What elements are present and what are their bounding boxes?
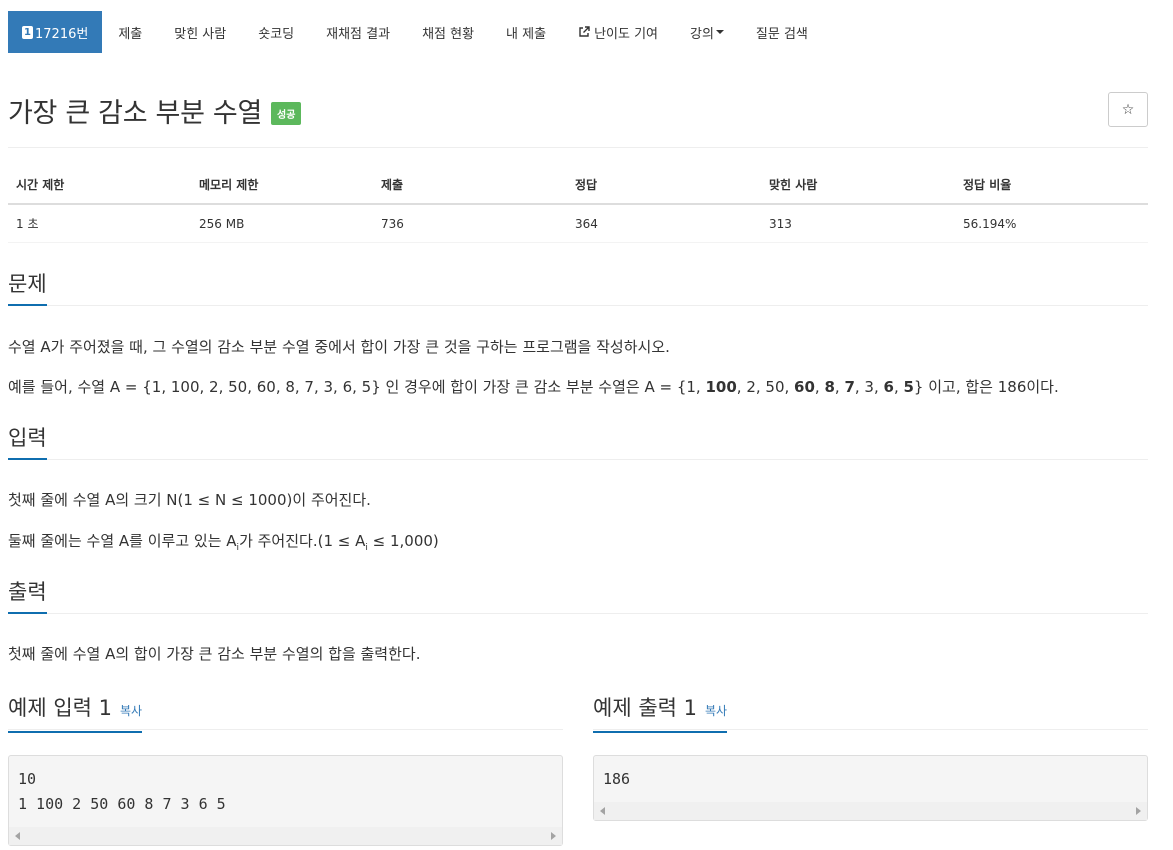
sample-output-title: 예제 출력 1 복사 bbox=[593, 690, 728, 733]
text-span: 가 주어진다.(1 ≤ A bbox=[239, 532, 366, 550]
output-heading-text: 출력 bbox=[8, 574, 47, 614]
problem-section: 문제 수열 A가 주어졌을 때, 그 수열의 감소 부분 수열 중에서 합이 가… bbox=[8, 266, 1148, 397]
status-badge: 성공 bbox=[271, 102, 302, 125]
sample-input-panel: 예제 입력 1 복사 10 1 100 2 50 60 8 7 3 6 5 bbox=[8, 690, 563, 846]
text-span: , bbox=[834, 378, 845, 396]
sample-output-heading: 예제 출력 1 복사 bbox=[593, 690, 1148, 733]
nav-my-submissions[interactable]: 내 제출 bbox=[490, 11, 562, 53]
sample-output-text: 186 bbox=[603, 770, 631, 788]
problem-nav: 1 17216번 제출 맞힌 사람 숏코딩 재채점 결과 채점 현황 내 제출 … bbox=[8, 11, 824, 53]
problem-heading: 문제 bbox=[8, 266, 1148, 306]
scroll-left-icon[interactable] bbox=[15, 832, 20, 840]
nav-rejudge-results[interactable]: 재채점 결과 bbox=[310, 11, 406, 53]
title-divider bbox=[8, 147, 1148, 148]
output-section: 출력 첫째 줄에 수열 A의 합이 가장 큰 감소 부분 수열의 합을 출력한다… bbox=[8, 574, 1148, 664]
header-accepted: 정답 bbox=[567, 166, 761, 205]
output-description: 첫째 줄에 수열 A의 합이 가장 큰 감소 부분 수열의 합을 출력한다. bbox=[8, 644, 1148, 664]
output-line: 첫째 줄에 수열 A의 합이 가장 큰 감소 부분 수열의 합을 출력한다. bbox=[8, 645, 421, 663]
nav-accepted-users[interactable]: 맞힌 사람 bbox=[158, 11, 242, 53]
sample-input-title-text: 예제 입력 1 bbox=[8, 696, 112, 720]
scroll-right-icon[interactable] bbox=[551, 832, 556, 840]
input-line: 첫째 줄에 수열 A의 크기 N(1 ≤ N ≤ 1000)이 주어진다. bbox=[8, 491, 371, 509]
bold-value: 5 bbox=[903, 378, 914, 396]
value-memory-limit: 256 MB bbox=[191, 204, 373, 243]
input-heading-text: 입력 bbox=[8, 420, 47, 460]
value-accept-ratio: 56.194% bbox=[955, 204, 1148, 243]
sample-output-title-text: 예제 출력 1 bbox=[593, 696, 697, 720]
bold-value: 100 bbox=[705, 378, 737, 396]
sample-output-panel: 예제 출력 1 복사 186 bbox=[593, 690, 1148, 821]
problem-info-table: 시간 제한 메모리 제한 제출 정답 맞힌 사람 정답 비율 1 초 256 M… bbox=[8, 166, 1148, 243]
output-heading: 출력 bbox=[8, 574, 1148, 614]
problem-badge-icon: 1 bbox=[22, 25, 33, 39]
table-header-row: 시간 제한 메모리 제한 제출 정답 맞힌 사람 정답 비율 bbox=[8, 166, 1148, 205]
nav-short-coding[interactable]: 숏코딩 bbox=[242, 11, 310, 53]
bold-value: 7 bbox=[844, 378, 855, 396]
copy-input-button[interactable]: 복사 bbox=[120, 704, 142, 718]
nav-question-search[interactable]: 질문 검색 bbox=[740, 11, 824, 53]
input-section: 입력 첫째 줄에 수열 A의 크기 N(1 ≤ N ≤ 1000)이 주어진다.… bbox=[8, 420, 1148, 558]
bold-value: 60 bbox=[794, 378, 815, 396]
problem-page: 1 17216번 제출 맞힌 사람 숏코딩 재채점 결과 채점 현황 내 제출 … bbox=[0, 0, 1173, 850]
value-submissions: 736 bbox=[373, 204, 567, 243]
bold-value: 8 bbox=[824, 378, 835, 396]
caret-down-icon bbox=[715, 30, 724, 34]
nav-problem-number-label: 17216번 bbox=[35, 26, 89, 42]
title-row: 가장 큰 감소 부분 수열 성공 ☆ bbox=[8, 91, 1148, 130]
sample-input-heading: 예제 입력 1 복사 bbox=[8, 690, 563, 733]
input-description: 첫째 줄에 수열 A의 크기 N(1 ≤ N ≤ 1000)이 주어진다. 둘째… bbox=[8, 490, 1148, 558]
header-memory-limit: 메모리 제한 bbox=[191, 166, 373, 205]
sample-input-text: 10 1 100 2 50 60 8 7 3 6 5 bbox=[18, 770, 226, 813]
text-span: ≤ 1,000) bbox=[367, 532, 439, 550]
sample-input-box[interactable]: 10 1 100 2 50 60 8 7 3 6 5 bbox=[8, 755, 563, 846]
nav-problem-number[interactable]: 1 17216번 bbox=[8, 11, 103, 53]
table-row: 1 초 256 MB 736 364 313 56.194% bbox=[8, 204, 1148, 243]
header-accept-ratio: 정답 비율 bbox=[955, 166, 1148, 205]
nav-submit[interactable]: 제출 bbox=[102, 11, 158, 53]
bold-value: 6 bbox=[883, 378, 894, 396]
header-time-limit: 시간 제한 bbox=[8, 166, 191, 205]
horizontal-scrollbar[interactable] bbox=[594, 802, 1147, 820]
header-submissions: 제출 bbox=[373, 166, 567, 205]
sample-input-title: 예제 입력 1 복사 bbox=[8, 690, 143, 733]
text-span: , 3, bbox=[854, 378, 884, 396]
horizontal-scrollbar[interactable] bbox=[9, 827, 562, 845]
text-span: , 2, 50, bbox=[736, 378, 795, 396]
nav-difficulty-label: 난이도 기여 bbox=[594, 26, 658, 42]
problem-description: 수열 A가 주어졌을 때, 그 수열의 감소 부분 수열 중에서 합이 가장 큰… bbox=[8, 337, 1148, 397]
nav-difficulty-contribution[interactable]: 난이도 기여 bbox=[562, 11, 674, 53]
nav-lectures-dropdown[interactable]: 강의 bbox=[674, 11, 740, 53]
text-span: 예를 들어, 수열 A = {1, 100, 2, 50, 60, 8, 7, … bbox=[8, 378, 706, 396]
text-span: } 이고, 합은 186이다. bbox=[913, 378, 1059, 396]
page-title: 가장 큰 감소 부분 수열 bbox=[8, 98, 262, 129]
input-heading: 입력 bbox=[8, 420, 1148, 460]
input-line: 둘째 줄에는 수열 A를 이루고 있는 Ai가 주어진다.(1 ≤ Ai ≤ 1… bbox=[8, 531, 1148, 558]
favorite-button[interactable]: ☆ bbox=[1108, 92, 1148, 127]
sample-output-box[interactable]: 186 bbox=[593, 755, 1148, 821]
value-solvers: 313 bbox=[761, 204, 955, 243]
value-accepted: 364 bbox=[567, 204, 761, 243]
nav-lectures-label: 강의 bbox=[690, 26, 714, 42]
scroll-left-icon[interactable] bbox=[600, 807, 605, 815]
problem-example-line: 예를 들어, 수열 A = {1, 100, 2, 50, 60, 8, 7, … bbox=[8, 377, 1148, 397]
scroll-right-icon[interactable] bbox=[1136, 807, 1141, 815]
value-time-limit: 1 초 bbox=[8, 204, 191, 243]
star-icon: ☆ bbox=[1121, 101, 1135, 118]
external-link-icon bbox=[579, 26, 590, 37]
nav-judge-status[interactable]: 채점 현황 bbox=[406, 11, 490, 53]
copy-output-button[interactable]: 복사 bbox=[705, 704, 727, 718]
problem-heading-text: 문제 bbox=[8, 266, 47, 306]
text-span: 둘째 줄에는 수열 A를 이루고 있는 A bbox=[8, 532, 237, 550]
problem-line: 수열 A가 주어졌을 때, 그 수열의 감소 부분 수열 중에서 합이 가장 큰… bbox=[8, 338, 670, 356]
header-solvers: 맞힌 사람 bbox=[761, 166, 955, 205]
